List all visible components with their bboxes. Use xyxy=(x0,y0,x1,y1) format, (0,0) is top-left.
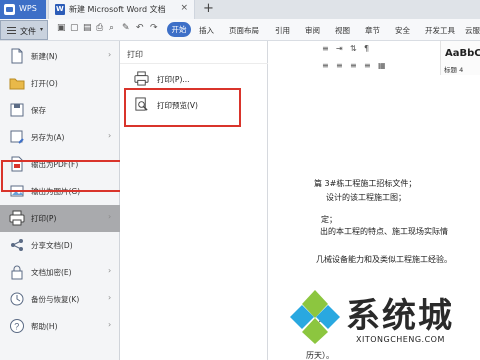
chevron-right-icon: › xyxy=(108,320,112,329)
save-as-icon xyxy=(10,130,24,144)
file-menu-save[interactable]: 保存 xyxy=(0,97,120,124)
file-menu-help-label: 帮助(H) xyxy=(31,322,58,331)
open-quick-icon[interactable]: ▢ xyxy=(70,23,79,33)
file-menu-share[interactable]: 分享文档(D) xyxy=(0,232,120,259)
align-left-icon[interactable]: ≡ xyxy=(322,61,329,70)
file-menu-new[interactable]: 新建(N) › xyxy=(0,43,120,70)
chevron-right-icon: › xyxy=(108,131,112,140)
tab-references[interactable]: 引用 xyxy=(275,25,290,36)
file-menu-new-label: 新建(N) xyxy=(31,52,58,61)
wps-app-name: WPS xyxy=(19,4,37,13)
border-icon[interactable]: ▦ xyxy=(378,61,386,70)
style-gallery-item[interactable]: AaBbC 标题 4 xyxy=(440,41,480,75)
undo-icon[interactable]: ↶ xyxy=(136,23,144,33)
tab-start[interactable]: 开始 xyxy=(167,22,191,37)
print-option-label: 打印(P)... xyxy=(157,75,190,84)
file-menu-save-as[interactable]: 另存为(A) › xyxy=(0,124,120,151)
close-tab-icon[interactable]: × xyxy=(180,3,188,13)
watermark: 系统城 XITONGCHENG.COM xyxy=(282,282,480,360)
tab-cloud[interactable]: 云服 xyxy=(465,25,480,36)
wps-logo-icon xyxy=(4,4,15,15)
printer-icon xyxy=(9,210,25,226)
tab-security[interactable]: 安全 xyxy=(395,25,410,36)
ribbon-tab-bar: 文件 ▾ ▣ ▢ ▤ ⎙ ⌕ ✎ ↶ ↷ 开始 插入 页面布局 引用 审阅 视图… xyxy=(0,19,480,41)
style-name: 标题 4 xyxy=(444,66,464,74)
align-center-icon[interactable]: ≡ xyxy=(336,61,343,70)
watermark-text: 系统城 xyxy=(346,296,454,336)
document-tab-title: 新建 Microsoft Word 文档 xyxy=(69,5,166,14)
watermark-url: XITONGCHENG.COM xyxy=(356,335,445,344)
doc-line: 出的本工程的特点、施工现场实际情 xyxy=(320,227,448,236)
file-menu-encrypt[interactable]: 文档加密(E) › xyxy=(0,259,120,286)
sort-icon[interactable]: ⇅ xyxy=(350,44,357,53)
preview-quick-icon[interactable]: ⌕ xyxy=(109,23,114,33)
folder-icon xyxy=(9,78,25,90)
backup-icon xyxy=(10,292,24,306)
save-icon xyxy=(10,103,24,117)
tab-chapter[interactable]: 章节 xyxy=(365,25,380,36)
tab-developer[interactable]: 开发工具 xyxy=(425,25,455,36)
file-menu-backup[interactable]: 备份与恢复(K) › xyxy=(0,286,120,313)
share-icon xyxy=(11,239,23,251)
file-menu-open-label: 打开(O) xyxy=(31,79,58,88)
new-tab-button[interactable]: + xyxy=(203,1,214,16)
chevron-right-icon: › xyxy=(108,212,112,221)
align-right-icon[interactable]: ≡ xyxy=(350,61,357,70)
file-menu-encrypt-label: 文档加密(E) xyxy=(31,268,72,277)
chevron-right-icon: › xyxy=(108,266,112,275)
file-menu-help[interactable]: ? 帮助(H) › xyxy=(0,313,120,340)
hamburger-icon xyxy=(7,27,16,34)
title-bar: WPS 新建 Microsoft Word 文档 × + xyxy=(0,0,480,19)
tab-insert[interactable]: 插入 xyxy=(199,25,214,36)
redo-icon[interactable]: ↷ xyxy=(150,23,158,33)
doc-line: 定； xyxy=(321,215,337,224)
save-quick-icon[interactable]: ▣ xyxy=(57,23,66,33)
show-marks-icon[interactable]: ¶ xyxy=(364,44,369,53)
divider xyxy=(120,63,268,64)
lock-icon xyxy=(11,265,23,280)
tab-review[interactable]: 审阅 xyxy=(305,25,320,36)
svg-text:?: ? xyxy=(14,322,19,332)
format-painter-icon[interactable]: ✎ xyxy=(122,23,130,33)
new-doc-icon xyxy=(11,48,23,64)
file-menu-backup-label: 备份与恢复(K) xyxy=(31,295,80,304)
style-sample: AaBbC xyxy=(445,48,480,59)
print-preview-highlight-frame xyxy=(124,88,241,127)
pdf-quick-icon[interactable]: ▤ xyxy=(83,23,92,33)
tab-view[interactable]: 视图 xyxy=(335,25,350,36)
chevron-down-icon: ▾ xyxy=(40,26,44,33)
file-menu-save-as-label: 另存为(A) xyxy=(31,133,65,142)
file-menu-button[interactable]: 文件 ▾ xyxy=(0,20,48,40)
chevron-right-icon: › xyxy=(108,293,112,302)
justify-icon[interactable]: ≡ xyxy=(364,61,371,70)
printer-icon xyxy=(134,71,149,86)
file-menu: 新建(N) › 打开(O) 保存 另存为(A) › 输出为PDF(F) 输出为图… xyxy=(0,41,120,360)
doc-line: 篇 3#栋工程施工招标文件； xyxy=(314,179,417,188)
file-menu-save-label: 保存 xyxy=(31,106,46,115)
align-icon[interactable]: ≡ xyxy=(322,44,329,53)
doc-line: 设计的该工程施工图； xyxy=(326,193,406,202)
file-menu-share-label: 分享文档(D) xyxy=(31,241,73,250)
wps-home-tab[interactable]: WPS xyxy=(0,0,46,19)
indent-icon[interactable]: ⇥ xyxy=(336,44,343,53)
print-highlight-frame xyxy=(1,160,127,192)
file-menu-open[interactable]: 打开(O) xyxy=(0,70,120,97)
file-menu-print-label: 打印(P) xyxy=(31,214,57,223)
file-menu-label: 文件 xyxy=(20,27,36,36)
chevron-right-icon: › xyxy=(108,50,112,59)
help-icon: ? xyxy=(10,319,24,333)
doc-line: 几械设备能力和及类似工程施工经验。 xyxy=(316,255,452,264)
print-quick-icon[interactable]: ⎙ xyxy=(96,23,103,33)
tab-page-layout[interactable]: 页面布局 xyxy=(229,25,259,36)
print-submenu-title: 打印 xyxy=(127,50,143,59)
file-menu-print[interactable]: 打印(P) › xyxy=(0,205,120,232)
document-tab[interactable]: 新建 Microsoft Word 文档 × xyxy=(48,0,195,19)
watermark-logo-icon xyxy=(290,290,340,344)
word-doc-icon xyxy=(55,4,65,15)
